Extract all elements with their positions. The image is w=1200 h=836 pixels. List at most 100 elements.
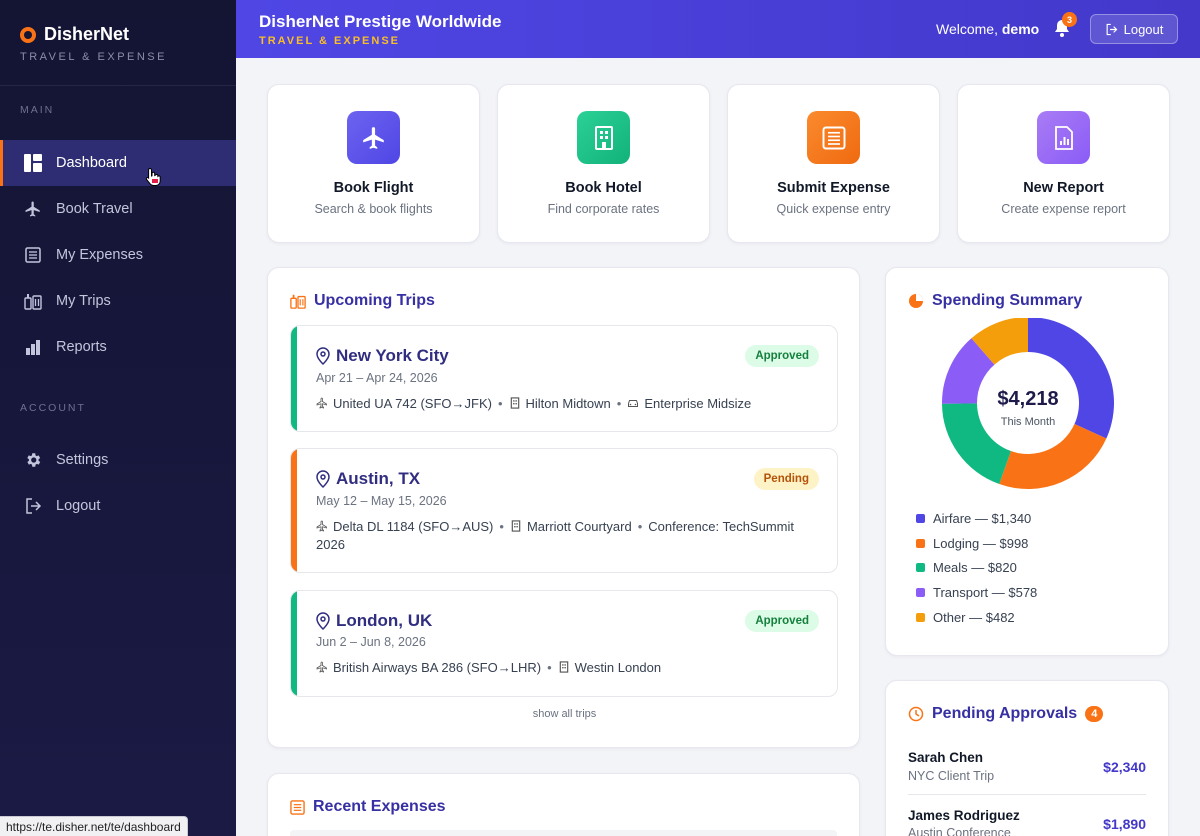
legend-swatch: [916, 563, 925, 572]
section-title-text: Spending Summary: [932, 292, 1083, 309]
approval-trip: Austin Conference: [908, 826, 1011, 836]
trip-flight: Delta DL 1184 (SFO→AUS): [333, 519, 494, 534]
section-title-text: Upcoming Trips: [314, 292, 435, 309]
upcoming-trips-title: Upcoming Trips: [290, 292, 435, 310]
sidebar-item-label: Settings: [56, 452, 109, 468]
quick-action-book-flight[interactable]: Book Flight Search & book flights: [267, 84, 480, 243]
brand-name: DisherNet: [44, 24, 130, 44]
brand: DisherNet TRAVEL & EXPENSE: [0, 0, 236, 86]
trip-city: London, UK: [316, 611, 432, 631]
app-title: DisherNet Prestige Worldwide: [259, 12, 502, 31]
legend-label: Transport — $578: [933, 585, 1038, 600]
status-badge: Pending: [753, 468, 819, 490]
logout-icon: [24, 497, 42, 515]
nav-section-main: MAIN: [20, 104, 55, 116]
quick-action-desc: Find corporate rates: [547, 202, 660, 216]
legend-item: Transport — $578: [916, 585, 1037, 600]
trip-hotel: Westin London: [574, 660, 662, 675]
sidebar-item-reports[interactable]: Reports: [0, 324, 236, 370]
trip-city-name: Austin, TX: [336, 469, 421, 488]
spending-summary-title: Spending Summary: [908, 292, 1082, 310]
sidebar-item-logout[interactable]: Logout: [0, 483, 236, 529]
status-badge: Approved: [745, 345, 819, 367]
map-pin-icon: [316, 612, 330, 630]
airplane-icon: [24, 200, 42, 218]
sidebar-item-label: Reports: [56, 339, 107, 355]
building-icon: [510, 397, 519, 409]
quick-action-new-report[interactable]: New Report Create expense report: [957, 84, 1170, 243]
trip-status-bar: [291, 591, 297, 696]
trip-city: Austin, TX: [316, 469, 420, 489]
receipt-icon: [807, 111, 860, 164]
legend-label: Airfare — $1,340: [933, 511, 1032, 526]
sidebar-item-book-travel[interactable]: Book Travel: [0, 186, 236, 232]
status-bar-url: https://te.disher.net/te/dashboard: [0, 816, 188, 836]
spending-period: This Month: [1000, 416, 1056, 428]
sidebar-item-my-trips[interactable]: My Trips: [0, 278, 236, 324]
quick-action-title: Book Flight: [333, 180, 414, 196]
spending-summary-card: Spending Summary $4,218 This Month Airfa…: [885, 267, 1169, 656]
legend-label: Other — $482: [933, 610, 1015, 625]
quick-action-submit-expense[interactable]: Submit Expense Quick expense entry: [727, 84, 940, 243]
logout-button[interactable]: Logout: [1090, 14, 1178, 44]
trip-hotel: Marriott Courtyard: [526, 519, 632, 534]
sidebar-item-dashboard[interactable]: Dashboard: [0, 140, 236, 186]
welcome-prefix: Welcome,: [936, 21, 998, 37]
nav-section-account: ACCOUNT: [20, 402, 86, 414]
quick-action-title: Submit Expense: [777, 180, 890, 196]
clock-icon: [908, 706, 924, 722]
approval-trip: NYC Client Trip: [908, 769, 995, 783]
luggage-icon: [24, 292, 42, 310]
trip-flight: United UA 742 (SFO→JFK): [333, 396, 492, 411]
sidebar-item-label: Book Travel: [56, 201, 133, 217]
app-subtitle: TRAVEL & EXPENSE: [259, 35, 401, 47]
sidebar-item-label: Dashboard: [56, 155, 127, 171]
quick-action-book-hotel[interactable]: Book Hotel Find corporate rates: [497, 84, 710, 243]
trip-dates: Jun 2 – Jun 8, 2026: [316, 635, 426, 649]
sidebar-item-label: My Trips: [56, 293, 111, 309]
divider: [908, 794, 1146, 795]
airplane-icon: [347, 111, 400, 164]
sidebar-item-my-expenses[interactable]: My Expenses: [0, 232, 236, 278]
legend-swatch: [916, 588, 925, 597]
top-header: DisherNet Prestige Worldwide TRAVEL & EX…: [236, 0, 1200, 58]
airplane-icon: [316, 520, 327, 532]
section-title-text: Pending Approvals: [932, 705, 1078, 722]
trip-card-austin[interactable]: Austin, TX Pending May 12 – May 15, 2026…: [290, 448, 838, 573]
approval-amount: $2,340: [1103, 759, 1146, 775]
legend-swatch: [916, 514, 925, 523]
approval-amount: $1,890: [1103, 816, 1146, 832]
expenses-table-header: [290, 830, 837, 836]
sidebar-item-settings[interactable]: Settings: [0, 437, 236, 483]
car-icon: [628, 400, 639, 407]
dashboard-icon: [24, 154, 42, 172]
airplane-icon: [316, 397, 327, 409]
spending-total: $4,218: [997, 388, 1059, 410]
pie-chart-icon: [909, 294, 923, 308]
sidebar-item-label: My Expenses: [56, 247, 144, 263]
legend-item: Meals — $820: [916, 560, 1017, 575]
trip-status-bar: [291, 326, 297, 431]
trip-city: New York City: [316, 346, 449, 366]
gear-icon: [24, 451, 42, 469]
trip-details: British Airways BA 286 (SFO→LHR) • Westin …: [316, 659, 807, 677]
section-title-text: Recent Expenses: [313, 798, 446, 815]
globe-logo-icon: [20, 26, 36, 43]
legend-swatch: [916, 539, 925, 548]
logout-label: Logout: [1123, 21, 1164, 37]
trip-car: Enterprise Midsize: [644, 396, 752, 411]
report-icon: [1037, 111, 1090, 164]
quick-action-title: New Report: [1023, 180, 1104, 196]
trip-card-new-york[interactable]: New York City Approved Apr 21 – Apr 24, …: [290, 325, 838, 432]
status-badge: Approved: [745, 610, 819, 632]
legend-item: Lodging — $998: [916, 536, 1028, 551]
username: demo: [1001, 21, 1040, 37]
trip-status-bar: [291, 449, 297, 572]
building-icon: [511, 520, 521, 532]
bar-chart-icon: [24, 338, 42, 356]
welcome-text: Welcome, demo: [936, 21, 1039, 37]
trip-details: Delta DL 1184 (SFO→AUS) • Marriott Courtya…: [316, 519, 794, 552]
trip-card-london[interactable]: London, UK Approved Jun 2 – Jun 8, 2026 …: [290, 590, 838, 697]
show-all-trips-link[interactable]: show all trips: [268, 708, 861, 720]
quick-action-desc: Search & book flights: [314, 202, 433, 216]
